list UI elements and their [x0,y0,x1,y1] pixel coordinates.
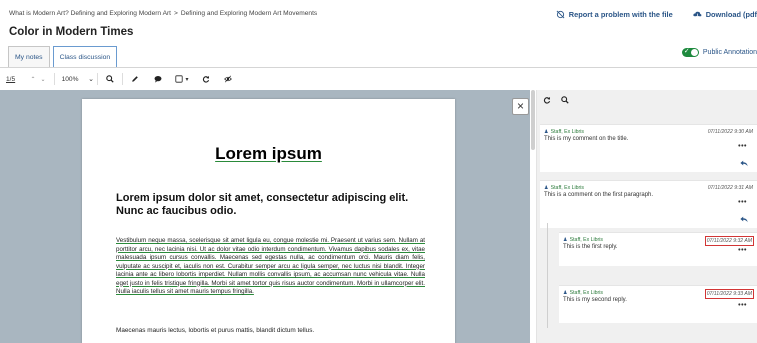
breadcrumb-link-parent[interactable]: What is Modern Art? Defining and Explori… [9,10,171,17]
annotation-card[interactable]: ♟ Staff, Ex Libris 07/11/2022 9:30 AM Thi… [540,124,757,172]
zoom-level[interactable]: 100% [55,68,85,90]
annotation-date-highlighted: 07/11/2022 9:33 AM [704,289,754,299]
header-actions: Report a problem with the file Download … [556,10,757,19]
reply-icon[interactable] [740,159,748,167]
app-root: What is Modern Art? Defining and Explori… [0,0,757,343]
search-icon[interactable] [561,96,569,104]
next-page-button[interactable]: ⌄ [38,68,48,90]
prev-page-button[interactable]: ⌃ [28,68,38,90]
breadcrumb-current: Defining and Exploring Modern Art Moveme… [180,10,318,17]
user-icon: ♟ [563,237,568,243]
zoom-value: 100% [61,75,79,83]
annotation-card[interactable]: ♟ Staff, Ex Libris 07/11/2022 9:31 AM Thi… [540,180,757,228]
user-icon: ♟ [544,129,549,135]
public-annotation-toggle-group: ✓ Public Annotation [681,48,757,57]
annotation-author: ♟ Staff, Ex Libris [544,129,584,135]
more-options-button[interactable]: ••• [738,247,747,254]
document-subtitle: Lorem ipsum dolor sit amet, consectetur … [116,192,409,217]
annotation-text: This is the first reply. [563,244,618,250]
breadcrumb: What is Modern Art? Defining and Explori… [9,10,317,17]
reply-card[interactable]: ♟ Staff, Ex Libris 07/11/2022 9:32 AM Thi… [559,232,757,266]
annotation-author-name: Staff, Ex Libris [550,185,585,191]
close-panel-button[interactable]: × [512,98,529,115]
more-options-button[interactable]: ••• [738,143,747,150]
annotation-text: This is my second reply. [563,297,627,303]
tab-bar: My notes Class discussion [8,46,118,68]
annotation-text: This is my comment on the title. [544,136,629,142]
reply-card[interactable]: ♟ Staff, Ex Libris 07/11/2022 9:33 AM Thi… [559,285,757,323]
pen-icon [132,76,138,82]
refresh-button[interactable] [195,68,217,90]
report-problem-label: Report a problem with the file [568,10,673,19]
user-icon: ♟ [544,185,549,191]
panel-toolbar [543,96,569,104]
more-options-button[interactable]: ••• [738,302,747,309]
eye-slash-icon [224,75,232,83]
refresh-icon [202,75,210,83]
close-icon: × [516,99,524,113]
annotation-author: ♟ Staff, Ex Libris [563,237,603,243]
annotation-date: 07/11/2022 9:30 AM [707,129,753,135]
viewer-toolbar: 1/5 ⌃ ⌄ 100% ⌄ ▾ [0,68,530,90]
report-icon [556,10,565,19]
speech-bubble-icon [154,75,162,83]
chevron-down-icon: ▾ [185,76,189,83]
tab-class-discussion[interactable]: Class discussion [52,46,118,68]
annotation-date-highlighted: 07/11/2022 9:32 AM [704,236,754,246]
comment-tool-button[interactable] [147,68,169,90]
annotation-author-name: Staff, Ex Libris [569,237,604,243]
page-title: Color in Modern Times [9,26,134,38]
breadcrumb-separator: > [174,10,178,17]
shape-tool-dropdown[interactable]: ▾ [169,68,195,90]
annotation-text: This is a comment on the first paragraph… [544,192,654,198]
document-page: Lorem ipsum Lorem ipsum dolor sit amet, … [82,99,455,343]
document-viewer[interactable]: Lorem ipsum Lorem ipsum dolor sit amet, … [0,90,530,343]
tab-my-notes[interactable]: My notes [8,46,50,68]
annotation-author-name: Staff, Ex Libris [550,129,585,135]
check-icon: ✓ [683,48,690,55]
report-problem-link[interactable]: Report a problem with the file [556,10,673,19]
download-label: Download (pdf [705,10,757,19]
annotation-author: ♟ Staff, Ex Libris [563,290,603,296]
document-title[interactable]: Lorem ipsum [82,144,455,164]
viewer-scrollbar[interactable] [531,90,535,150]
zoom-dropdown-button[interactable]: ⌄ [85,68,97,90]
search-button[interactable] [98,68,122,90]
annotation-author: ♟ Staff, Ex Libris [544,185,584,191]
more-options-button[interactable]: ••• [738,199,747,206]
page-number-field[interactable]: 1/5 [6,68,28,90]
download-link[interactable]: Download (pdf [693,10,757,19]
document-paragraph-annotated[interactable]: Vestibulum neque massa, scelerisque sit … [116,237,425,297]
chevron-down-icon: ⌄ [40,76,46,83]
reply-icon[interactable] [740,215,748,223]
chevron-up-icon: ⌃ [30,76,36,83]
annotations-panel: ♟ Staff, Ex Libris 07/11/2022 9:30 AM Thi… [536,90,757,343]
cloud-download-icon [693,11,702,18]
search-icon [106,75,114,83]
chevron-down-icon: ⌄ [88,76,94,83]
square-icon [175,75,184,83]
annotation-date: 07/11/2022 9:31 AM [707,185,753,191]
refresh-icon[interactable] [543,96,551,104]
page-number-value: 1/5 [6,75,16,83]
document-paragraph: Maecenas mauris lectus, lobortis et puru… [116,327,315,334]
public-annotation-label: Public Annotation [702,49,757,56]
public-annotation-toggle[interactable]: ✓ [681,48,699,57]
highlight-tool-button[interactable] [123,68,147,90]
hide-annotations-button[interactable] [217,68,239,90]
user-icon: ♟ [563,290,568,296]
annotation-author-name: Staff, Ex Libris [569,290,604,296]
thread-connector [547,223,548,328]
